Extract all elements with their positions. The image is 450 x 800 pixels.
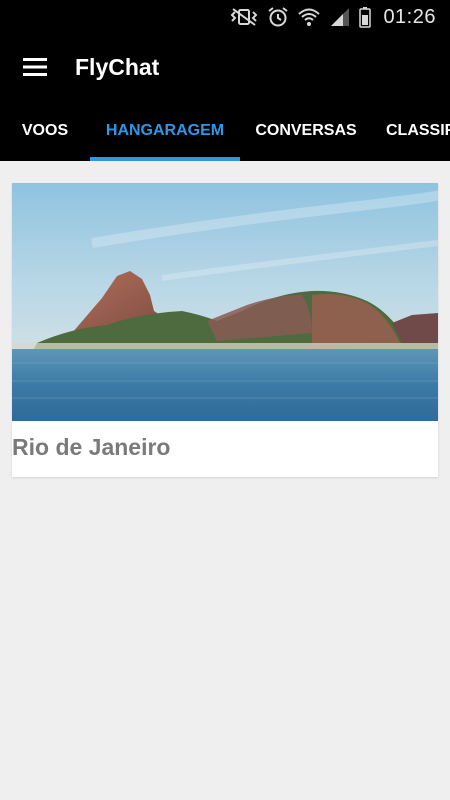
menu-button[interactable]	[18, 52, 52, 82]
status-icons: 01:26	[229, 4, 436, 30]
active-tab-indicator	[90, 157, 240, 161]
card-image	[12, 183, 438, 421]
card-title: Rio de Janeiro	[12, 434, 171, 460]
signal-icon	[331, 8, 350, 26]
location-card[interactable]: Rio de Janeiro	[12, 183, 438, 477]
tab-conversas[interactable]: CONVERSAS	[240, 100, 372, 161]
app-bar: FlyChat	[0, 34, 450, 100]
app-title: FlyChat	[75, 54, 160, 80]
tab-classificados[interactable]: CLASSIFICADOS	[372, 100, 450, 161]
tab-bar: VOOS HANGARAGEM CONVERSAS CLASSIFICADOS	[0, 100, 450, 161]
tab-hangaragem[interactable]: HANGARAGEM	[90, 100, 240, 161]
tab-voos[interactable]: VOOS	[0, 100, 90, 161]
status-bar: 01:26	[0, 0, 450, 34]
sugarloaf-mountain-photo	[12, 183, 438, 421]
mute-vibrate-icon	[231, 8, 258, 26]
status-time: 01:26	[383, 5, 436, 28]
wifi-icon	[298, 8, 321, 26]
alarm-icon	[268, 7, 289, 27]
battery-icon	[359, 7, 372, 28]
hamburger-menu-icon	[23, 58, 47, 76]
